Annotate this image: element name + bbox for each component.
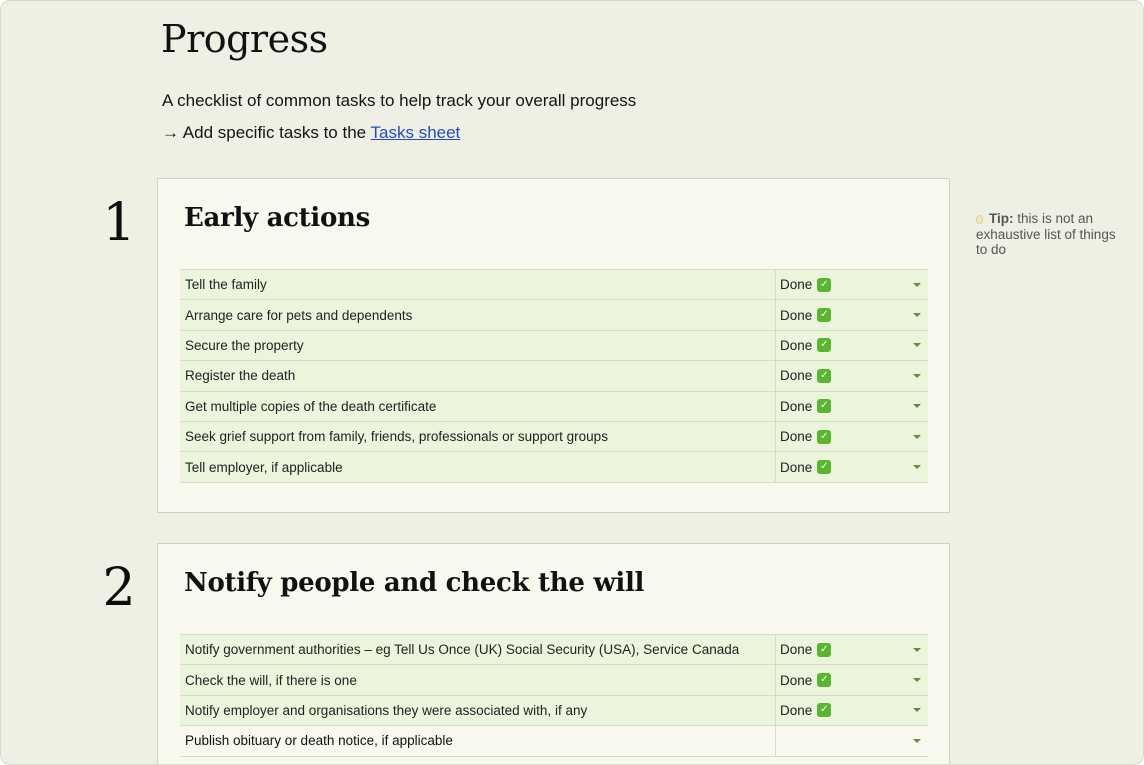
section-number: 1 — [102, 193, 136, 253]
dropdown-arrow-icon[interactable] — [913, 708, 921, 713]
status-value: Done ✓ — [780, 337, 832, 353]
tip-note: Tip: this is not an exhaustive list of t… — [976, 211, 1126, 258]
task-table: Tell the family Done ✓ Arrange care for pet… — [180, 269, 928, 483]
task-name-cell[interactable]: Publish obituary or death notice, if app… — [180, 726, 776, 756]
dropdown-arrow-icon[interactable] — [913, 678, 921, 683]
status-dropdown[interactable]: Done ✓ — [776, 392, 928, 421]
section-number: 2 — [102, 558, 136, 618]
dropdown-arrow-icon[interactable] — [913, 647, 921, 652]
status-value: Done ✓ — [780, 368, 832, 384]
status-value: Done ✓ — [780, 642, 832, 658]
task-row: Get multiple copies of the death certifi… — [180, 391, 928, 422]
status-text: Done — [780, 277, 813, 293]
task-name-cell[interactable]: Tell the family — [180, 270, 776, 300]
dropdown-arrow-icon[interactable] — [913, 404, 921, 409]
task-row: Notify government authorities – eg Tell … — [180, 635, 928, 666]
status-value: Done ✓ — [780, 459, 832, 475]
dropdown-arrow-icon[interactable] — [913, 434, 921, 439]
task-row: Secure the property Done ✓ — [180, 330, 928, 362]
status-dropdown[interactable] — [776, 726, 928, 755]
check-mark-icon: ✓ — [817, 277, 832, 292]
check-mark-icon: ✓ — [817, 429, 832, 444]
status-dropdown[interactable]: Done ✓ — [776, 361, 928, 390]
task-row: Check the will, if there is one Done ✓ — [180, 665, 928, 696]
status-dropdown[interactable]: Done ✓ — [776, 696, 928, 725]
section-card-early-actions: Early actions Tell the family Done ✓ Arrang… — [157, 178, 950, 513]
status-value: Done ✓ — [780, 307, 832, 323]
check-mark-icon: ✓ — [817, 642, 832, 657]
lightbulb-icon — [976, 215, 983, 224]
check-mark-icon: ✓ — [817, 399, 832, 414]
status-text: Done — [780, 337, 813, 353]
task-row: Notify employer and organisations they w… — [180, 695, 928, 727]
task-table: Notify government authorities – eg Tell … — [180, 634, 928, 757]
check-mark-icon: ✓ — [817, 673, 832, 688]
status-dropdown[interactable]: Done ✓ — [776, 270, 928, 299]
page-title: Progress — [161, 17, 328, 61]
status-text: Done — [780, 368, 813, 384]
section-card-notify-people: Notify people and check the will Notify … — [157, 543, 950, 764]
status-value: Done ✓ — [780, 398, 832, 414]
task-row: Register the death Done ✓ — [180, 361, 928, 392]
tip-label: Tip: — [989, 211, 1014, 226]
tasks-link-line: → Add specific tasks to the Tasks sheet — [162, 123, 460, 143]
task-row: Publish obituary or death notice, if app… — [180, 726, 928, 757]
status-value: Done ✓ — [780, 702, 832, 718]
dropdown-arrow-icon[interactable] — [913, 282, 921, 287]
page-subtitle: A checklist of common tasks to help trac… — [162, 91, 637, 110]
task-row: Tell the family Done ✓ — [180, 270, 928, 301]
task-row: Tell employer, if applicable Done ✓ — [180, 452, 928, 483]
dropdown-arrow-icon[interactable] — [913, 313, 921, 318]
dropdown-arrow-icon[interactable] — [913, 373, 921, 378]
check-mark-icon: ✓ — [817, 338, 832, 353]
status-value: Done ✓ — [780, 672, 832, 688]
task-name-cell[interactable]: Register the death — [180, 361, 776, 391]
task-name-cell[interactable]: Tell employer, if applicable — [180, 452, 776, 482]
status-value: Done ✓ — [780, 277, 832, 293]
check-mark-icon: ✓ — [817, 368, 832, 383]
check-mark-icon: ✓ — [817, 460, 832, 475]
dropdown-arrow-icon[interactable] — [913, 738, 921, 743]
status-text: Done — [780, 307, 813, 323]
status-text: Done — [780, 429, 813, 445]
status-text: Done — [780, 398, 813, 414]
task-name-cell[interactable]: Check the will, if there is one — [180, 665, 776, 695]
section-title: Notify people and check the will — [184, 568, 645, 598]
task-name-cell[interactable]: Seek grief support from family, friends,… — [180, 421, 776, 452]
status-value: Done ✓ — [780, 429, 832, 445]
status-dropdown[interactable]: Done ✓ — [776, 452, 928, 481]
dropdown-arrow-icon[interactable] — [913, 343, 921, 348]
status-dropdown[interactable]: Done ✓ — [776, 635, 928, 664]
task-name-cell[interactable]: Secure the property — [180, 330, 776, 361]
status-dropdown[interactable]: Done ✓ — [776, 300, 928, 329]
dropdown-arrow-icon[interactable] — [913, 465, 921, 470]
task-name-cell[interactable]: Notify employer and organisations they w… — [180, 695, 776, 726]
task-name-cell[interactable]: Get multiple copies of the death certifi… — [180, 391, 776, 421]
status-dropdown[interactable]: Done ✓ — [776, 331, 928, 360]
status-text: Done — [780, 672, 813, 688]
status-text: Done — [780, 459, 813, 475]
status-dropdown[interactable]: Done ✓ — [776, 665, 928, 694]
task-name-cell[interactable]: Notify government authorities – eg Tell … — [180, 635, 776, 665]
check-mark-icon: ✓ — [817, 703, 832, 718]
status-text: Done — [780, 642, 813, 658]
task-row: Arrange care for pets and dependents Done… — [180, 300, 928, 331]
task-row: Seek grief support from family, friends,… — [180, 421, 928, 453]
status-dropdown[interactable]: Done ✓ — [776, 422, 928, 451]
tasks-sheet-link[interactable]: Tasks sheet — [371, 123, 461, 142]
check-mark-icon: ✓ — [817, 308, 832, 323]
tasks-link-prefix: → Add specific tasks to the — [162, 123, 371, 142]
document-canvas: Progress A checklist of common tasks to … — [0, 0, 1144, 765]
task-name-cell[interactable]: Arrange care for pets and dependents — [180, 300, 776, 330]
status-text: Done — [780, 702, 813, 718]
section-title: Early actions — [184, 203, 370, 233]
